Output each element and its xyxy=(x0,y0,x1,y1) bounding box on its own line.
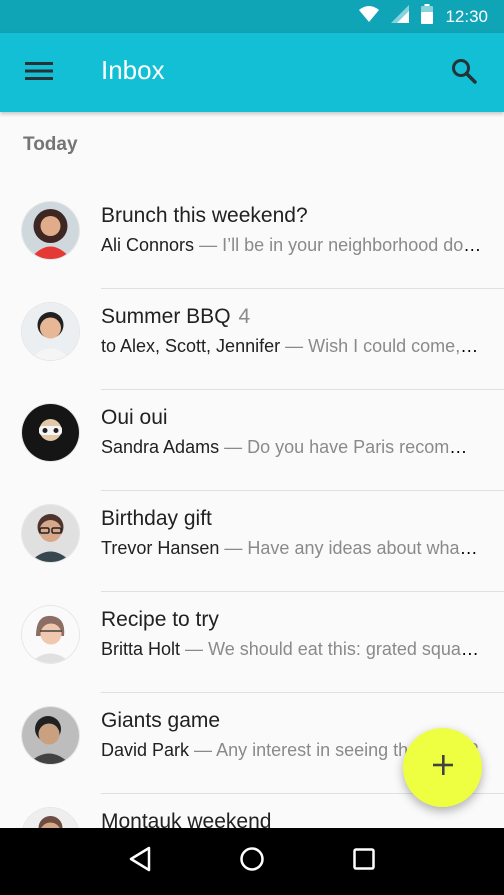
signal-icon xyxy=(391,5,410,28)
mail-sender: Trevor Hansen xyxy=(101,538,220,558)
back-icon xyxy=(128,846,152,877)
avatar xyxy=(22,202,79,259)
mail-subject: Montauk weekend xyxy=(101,810,272,828)
list-item[interactable]: Brunch this weekend? Ali Connors — I’ll … xyxy=(0,188,504,289)
mail-text: Summer BBQ 4 to Alex, Scott, Jennifer — W… xyxy=(101,303,482,360)
status-time: 12:30 xyxy=(445,6,488,26)
mail-sender: Ali Connors xyxy=(101,235,195,255)
mail-snippet: Ali Connors — I’ll be in your neighborho… xyxy=(101,231,482,259)
mail-text: Montauk weekend xyxy=(101,808,482,828)
back-button[interactable] xyxy=(116,838,164,886)
search-icon xyxy=(451,58,477,89)
avatar xyxy=(22,707,79,764)
wifi-icon xyxy=(359,6,380,27)
mail-snippet: to Alex, Scott, Jennifer — Wish I could … xyxy=(101,332,482,360)
app-bar: Inbox xyxy=(0,33,504,112)
mail-preview: Wish I could come, but I’m out of town. xyxy=(308,336,482,356)
battery-icon xyxy=(421,4,434,29)
list-item[interactable]: Recipe to try Britta Holt — We should ea… xyxy=(0,592,504,693)
mail-count: 4 xyxy=(238,305,251,328)
home-icon xyxy=(239,846,265,877)
mail-snippet: Sandra Adams — Do you have Paris recomme… xyxy=(101,433,482,461)
mail-snippet: Trevor Hansen — Have any ideas about wha… xyxy=(101,534,482,562)
add-icon xyxy=(431,753,455,782)
avatar xyxy=(22,808,79,828)
menu-icon xyxy=(25,61,53,86)
mail-preview: I’ll be in your neighborhood doing erran… xyxy=(222,235,482,255)
mail-snippet: Britta Holt — We should eat this: grated… xyxy=(101,635,482,663)
search-button[interactable] xyxy=(448,57,480,89)
compose-fab-button[interactable] xyxy=(403,728,482,807)
mail-text: Brunch this weekend? Ali Connors — I’ll … xyxy=(101,202,482,259)
avatar xyxy=(22,505,79,562)
avatar xyxy=(22,303,79,360)
recents-button[interactable] xyxy=(340,838,388,886)
avatar xyxy=(22,606,79,663)
mail-subject: Birthday gift xyxy=(101,507,212,530)
status-bar: 12:30 xyxy=(0,0,504,33)
inbox-content[interactable]: Today Brunch this weekend? Ali Connors —… xyxy=(0,112,504,828)
page-title: Inbox xyxy=(101,55,165,85)
avatar xyxy=(22,404,79,461)
mail-subject: Summer BBQ 4 xyxy=(101,305,251,328)
mail-text: Birthday gift Trevor Hansen — Have any i… xyxy=(101,505,482,562)
mail-preview: Do you have Paris recommendations? xyxy=(247,437,482,457)
mail-subject: Oui oui xyxy=(101,406,168,429)
mail-sender: Britta Holt xyxy=(101,639,181,659)
mail-sender: David Park xyxy=(101,740,190,760)
system-nav-bar xyxy=(0,828,504,895)
mail-subject: Brunch this weekend? xyxy=(101,204,308,227)
mail-text: Recipe to try Britta Holt — We should ea… xyxy=(101,606,482,663)
status-icons: 12:30 xyxy=(359,0,488,33)
mail-preview: Have any ideas about what we should get? xyxy=(247,538,482,558)
mail-sender: to Alex, Scott, Jennifer xyxy=(101,336,281,356)
mail-preview: We should eat this: grated squash. xyxy=(208,639,482,659)
list-item[interactable]: Birthday gift Trevor Hansen — Have any i… xyxy=(0,491,504,592)
menu-button[interactable] xyxy=(22,58,56,88)
list-item[interactable]: Oui oui Sandra Adams — Do you have Paris… xyxy=(0,390,504,491)
mail-subject: Recipe to try xyxy=(101,608,219,631)
home-button[interactable] xyxy=(228,838,276,886)
list-item[interactable]: Summer BBQ 4 to Alex, Scott, Jennifer — W… xyxy=(0,289,504,390)
mail-text: Oui oui Sandra Adams — Do you have Paris… xyxy=(101,404,482,461)
mail-sender: Sandra Adams xyxy=(101,437,220,457)
section-header-today: Today xyxy=(23,134,78,155)
recents-icon xyxy=(352,847,376,876)
